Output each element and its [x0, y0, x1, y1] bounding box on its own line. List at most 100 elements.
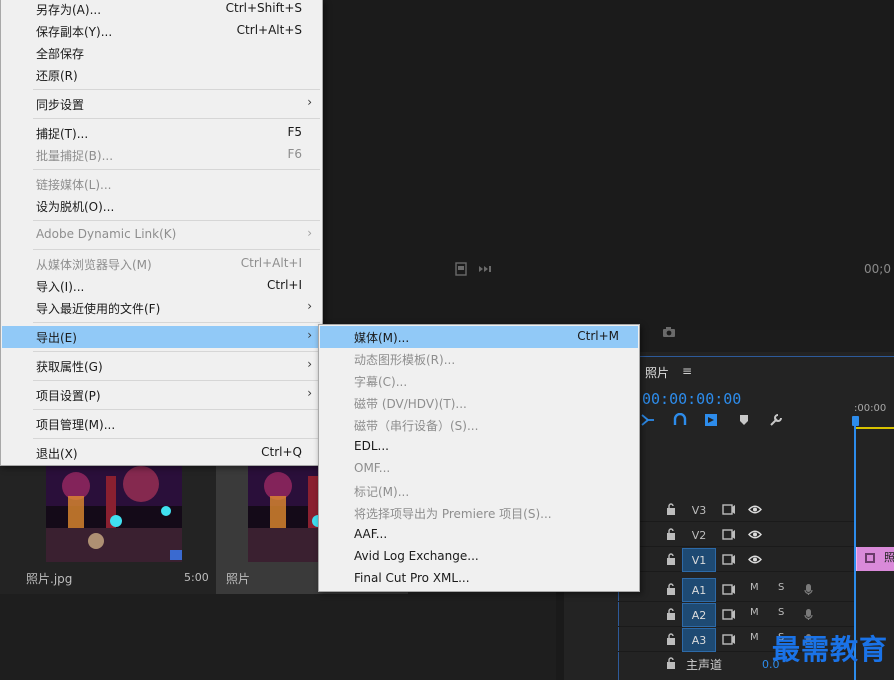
- menu-item-make-offline[interactable]: 设为脱机(O)...: [2, 195, 321, 217]
- menu-item-revert[interactable]: 还原(R): [2, 64, 321, 86]
- track-label-targeted[interactable]: A1: [682, 578, 716, 602]
- lock-icon[interactable]: [666, 633, 676, 645]
- track-label-targeted[interactable]: A2: [682, 603, 716, 627]
- menu-item-export-media[interactable]: 媒体(M)... Ctrl+M: [320, 326, 638, 348]
- file-menu: 另存为(A)... Ctrl+Shift+S 保存副本(Y)... Ctrl+Alt…: [0, 0, 323, 466]
- mute-button[interactable]: M: [750, 607, 759, 618]
- sync-lock-icon[interactable]: [722, 504, 736, 515]
- lock-icon[interactable]: [666, 583, 676, 595]
- menu-item-shortcut: Ctrl+Alt+S: [236, 23, 302, 37]
- sync-lock-icon[interactable]: [722, 554, 736, 565]
- sync-lock-icon[interactable]: [722, 584, 736, 595]
- eye-icon[interactable]: [748, 529, 762, 540]
- menu-item-captions: 字幕(C)...: [320, 370, 638, 392]
- menu-item-export-selection-premiere: 将选择项导出为 Premiere 项目(S)...: [320, 502, 638, 524]
- menu-item-shortcut: Ctrl+I: [267, 278, 302, 292]
- menu-item-capture[interactable]: 捕捉(T)... F5: [2, 122, 321, 144]
- sync-lock-icon[interactable]: [722, 529, 736, 540]
- menu-item-import-from-browser: 从媒体浏览器导入(M) Ctrl+Alt+I: [2, 253, 321, 275]
- track-a2[interactable]: A2 M S: [618, 603, 854, 627]
- lock-icon[interactable]: [666, 503, 676, 515]
- microphone-icon[interactable]: [804, 583, 813, 596]
- step-forward-icon[interactable]: [478, 262, 492, 276]
- menu-item-label: 还原(R): [36, 69, 78, 83]
- mute-button[interactable]: M: [750, 632, 759, 643]
- wrench-icon[interactable]: [768, 413, 784, 427]
- menu-item-import[interactable]: 导入(I)... Ctrl+I: [2, 275, 321, 297]
- track-a1[interactable]: A1 M S: [618, 578, 854, 602]
- microphone-icon[interactable]: [804, 608, 813, 621]
- menu-item-project-settings[interactable]: 项目设置(P) ›: [2, 384, 321, 406]
- menu-item-exit[interactable]: 退出(X) Ctrl+Q: [2, 442, 321, 464]
- menu-item-label: 保存副本(Y)...: [36, 25, 113, 39]
- lock-icon[interactable]: [666, 553, 676, 565]
- chevron-right-icon: ›: [307, 386, 312, 400]
- menu-item-edl[interactable]: EDL...: [320, 436, 638, 458]
- playhead-handle[interactable]: [852, 416, 859, 426]
- linked-selection-icon[interactable]: [704, 413, 720, 427]
- menu-item-label: Final Cut Pro XML...: [354, 571, 470, 585]
- menu-item-label: Adobe Dynamic Link(K): [36, 227, 177, 241]
- menu-item-label: 导入(I)...: [36, 280, 85, 294]
- menu-item-shortcut: Ctrl+Q: [261, 445, 302, 459]
- add-marker-icon[interactable]: [736, 413, 752, 427]
- insert-nest-icon[interactable]: [640, 413, 656, 427]
- chevron-right-icon: ›: [307, 328, 312, 342]
- menu-item-sync-settings[interactable]: 同步设置 ›: [2, 93, 321, 115]
- menu-item-label: OMF...: [354, 461, 391, 475]
- menu-item-label: Avid Log Exchange...: [354, 549, 479, 563]
- time-ruler[interactable]: [854, 415, 894, 429]
- track-label[interactable]: V3: [682, 498, 716, 522]
- menu-item-shortcut: F5: [287, 125, 302, 139]
- lock-icon[interactable]: [666, 608, 676, 620]
- project-item-name: 照片.jpg: [26, 572, 73, 586]
- menu-item-label: 字幕(C)...: [354, 375, 408, 389]
- menu-item-shortcut: Ctrl+Shift+S: [225, 1, 302, 15]
- sync-lock-icon[interactable]: [722, 609, 736, 620]
- export-frame-icon[interactable]: [454, 262, 468, 276]
- menu-separator: [33, 169, 320, 170]
- eye-icon[interactable]: [748, 504, 762, 515]
- mute-button[interactable]: M: [750, 582, 759, 593]
- menu-item-final-cut-pro-xml[interactable]: Final Cut Pro XML...: [320, 568, 638, 590]
- lock-icon[interactable]: [666, 528, 676, 540]
- menu-item-import-recent[interactable]: 导入最近使用的文件(F) ›: [2, 297, 321, 319]
- menu-item-save-copy[interactable]: 保存副本(Y)... Ctrl+Alt+S: [2, 20, 321, 42]
- snap-magnet-icon[interactable]: [672, 413, 688, 427]
- menu-item-link-media: 链接媒体(L)...: [2, 173, 321, 195]
- menu-item-save-as[interactable]: 另存为(A)... Ctrl+Shift+S: [2, 0, 321, 20]
- eye-icon[interactable]: [748, 554, 762, 565]
- menu-item-label: 退出(X): [36, 447, 78, 461]
- timeline-timecode[interactable]: 00:00:00:00: [642, 390, 741, 408]
- menu-separator: [33, 438, 320, 439]
- menu-item-label: 另存为(A)...: [36, 3, 102, 17]
- menu-item-export[interactable]: 导出(E) ›: [2, 326, 321, 348]
- track-v2[interactable]: V2: [618, 523, 854, 547]
- camera-icon[interactable]: [662, 326, 676, 338]
- panel-menu-icon[interactable]: ≡: [682, 364, 692, 378]
- menu-separator: [33, 351, 320, 352]
- menu-item-save-all[interactable]: 全部保存: [2, 42, 321, 64]
- track-label[interactable]: V2: [682, 523, 716, 547]
- fx-badge-icon: [865, 553, 875, 563]
- track-v1[interactable]: V1: [618, 548, 854, 572]
- menu-item-label: 批量捕捉(B)...: [36, 149, 114, 163]
- track-v3[interactable]: V3: [618, 498, 854, 522]
- track-label-targeted[interactable]: V1: [682, 548, 716, 572]
- menu-item-get-properties[interactable]: 获取属性(G) ›: [2, 355, 321, 377]
- menu-item-project-manager[interactable]: 项目管理(M)...: [2, 413, 321, 435]
- menu-item-shortcut: Ctrl+M: [577, 329, 619, 343]
- lock-icon[interactable]: [666, 657, 676, 669]
- menu-item-label: AAF...: [354, 527, 388, 541]
- chevron-right-icon: ›: [307, 226, 312, 240]
- menu-item-aaf[interactable]: AAF...: [320, 524, 638, 546]
- sync-lock-icon[interactable]: [722, 634, 736, 645]
- project-item-duration: 5:00: [184, 571, 209, 584]
- project-item-photo-jpg[interactable]: 照片.jpg 5:00: [24, 466, 216, 594]
- sequence-tab-title[interactable]: 照片: [645, 364, 669, 381]
- solo-button[interactable]: S: [778, 582, 784, 593]
- track-label-targeted[interactable]: A3: [682, 628, 716, 652]
- menu-item-avid-log-exchange[interactable]: Avid Log Exchange...: [320, 546, 638, 568]
- menu-item-markers: 标记(M)...: [320, 480, 638, 502]
- solo-button[interactable]: S: [778, 607, 784, 618]
